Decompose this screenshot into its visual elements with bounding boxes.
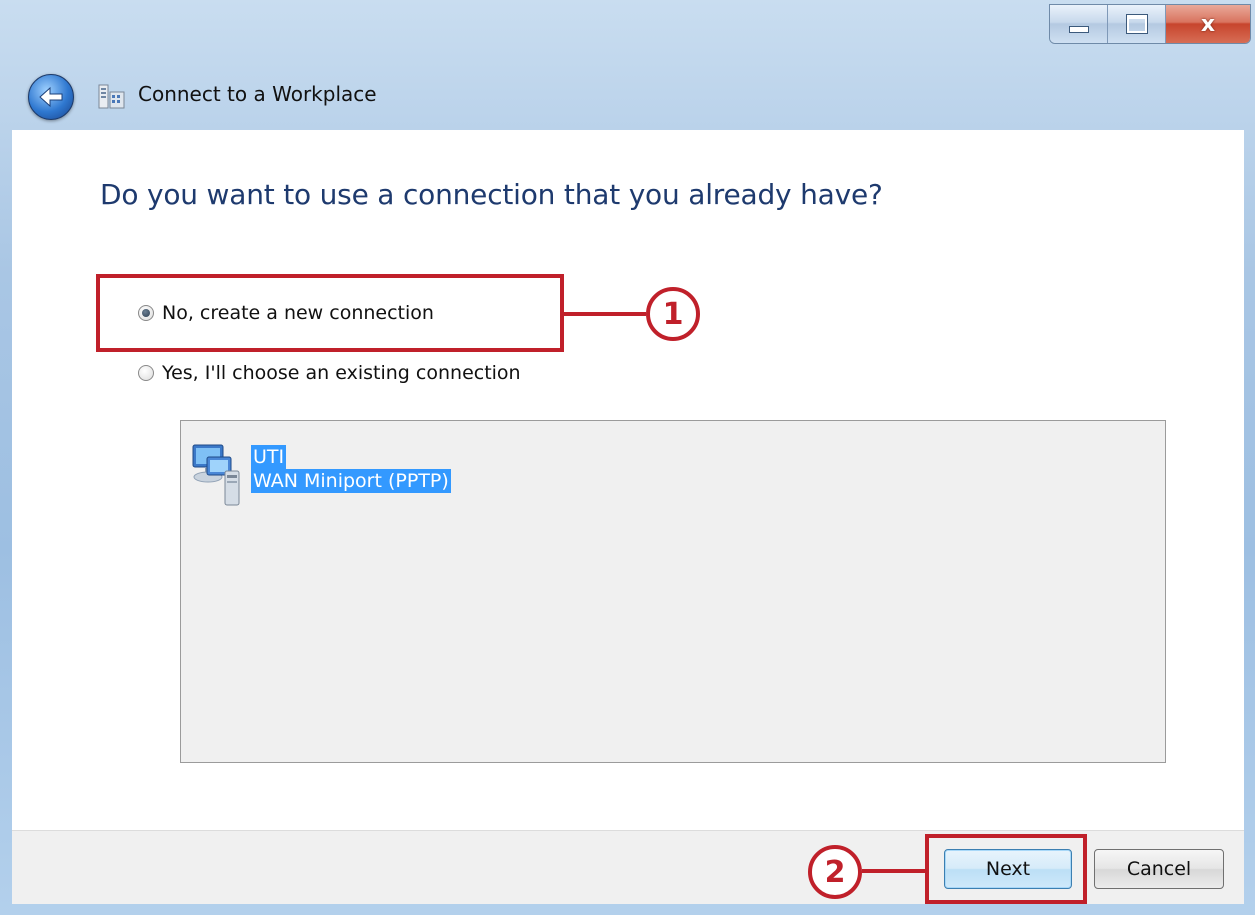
connections-list[interactable]: UTI WAN Miniport (PPTP): [180, 420, 1166, 763]
back-button[interactable]: [28, 74, 74, 120]
page-heading: Do you want to use a connection that you…: [100, 178, 883, 211]
minimize-icon: [1068, 25, 1089, 33]
wizard-window: x Connect to a Workplace Do you want to …: [0, 0, 1255, 915]
title-bar[interactable]: x Connect to a Workplace: [0, 0, 1255, 130]
radio-existing-connection[interactable]: [138, 365, 154, 381]
annotation-step-2: 2: [808, 845, 862, 899]
annotation-connector-1: [564, 312, 646, 316]
caption-buttons: x: [1049, 4, 1251, 44]
wizard-content: Do you want to use a connection that you…: [12, 130, 1244, 830]
annotation-box-1: [96, 274, 564, 352]
window-title: Connect to a Workplace: [138, 82, 377, 106]
annotation-connector-2: [862, 869, 925, 873]
annotation-box-2: [925, 834, 1087, 904]
maximize-button[interactable]: [1108, 5, 1166, 43]
annotation-step-1: 1: [646, 287, 700, 341]
back-arrow-icon: [39, 86, 63, 108]
option-existing-connection[interactable]: Yes, I'll choose an existing connection: [138, 362, 521, 384]
close-button[interactable]: x: [1166, 5, 1250, 43]
connection-device: WAN Miniport (PPTP): [251, 469, 451, 493]
close-icon: x: [1200, 11, 1216, 37]
minimize-button[interactable]: [1050, 5, 1108, 43]
connection-text: UTI WAN Miniport (PPTP): [251, 445, 451, 493]
connection-name: UTI: [251, 445, 287, 469]
network-computer-icon: [192, 444, 240, 506]
list-item[interactable]: UTI WAN Miniport (PPTP): [189, 441, 451, 511]
option-existing-connection-label[interactable]: Yes, I'll choose an existing connection: [162, 362, 521, 384]
workplace-network-icon: [98, 84, 125, 109]
maximize-icon: [1125, 14, 1148, 34]
cancel-button[interactable]: Cancel: [1094, 849, 1224, 889]
